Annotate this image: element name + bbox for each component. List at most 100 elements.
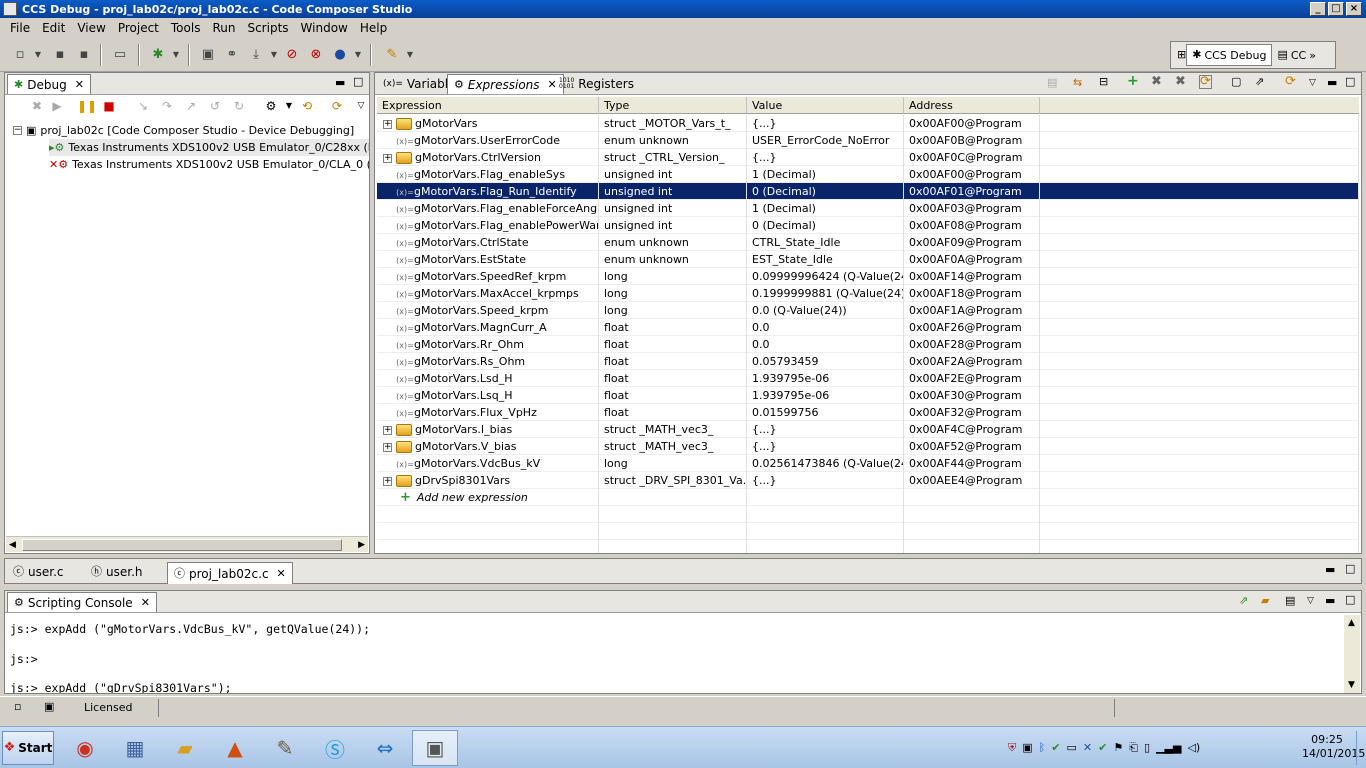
watch-icon[interactable]: ● [332,47,348,63]
save-icon[interactable]: ▪ [52,47,68,63]
table-row[interactable]: (x)=gMotorVars.EstState enum unknown EST_S… [377,251,1359,268]
dropdown-arrow-icon[interactable]: ▼ [402,47,418,63]
maximize-view-icon[interactable]: □ [1345,563,1355,575]
table-row[interactable]: (x)=gMotorVars.Speed_krpm long 0.0 (Q-Valu… [377,302,1359,319]
expand-icon[interactable]: + [383,442,392,452]
tree-item-c28xx[interactable]: ▸⚙ Texas Instruments XDS100v2 USB Emulat… [49,139,369,156]
menu-help[interactable]: Help [354,21,393,35]
clear-console-icon[interactable]: ▤ [1285,595,1295,607]
cell-value[interactable]: 1.939795e-06 [747,387,904,404]
monitor-icon[interactable]: ▭ [1066,742,1076,754]
table-row[interactable]: (x)=gMotorVars.Rr_Ohm float 0.0 0x00AF28@Pr… [377,336,1359,353]
cell-expression[interactable]: + gMotorVars.I_bias [377,421,599,438]
perspective-ccs-debug[interactable]: ✱ CCS Debug [1186,44,1273,66]
assembly-step-into-icon[interactable]: ↺ [207,98,223,114]
explorer-task-icon[interactable]: ▰ [162,730,208,766]
cell-value[interactable]: 0.0 [747,319,904,336]
menu-file[interactable]: File [4,21,36,35]
matlab-task-icon[interactable]: ▲ [212,730,258,766]
cell-value[interactable]: 0.0 [747,336,904,353]
new-window-icon[interactable]: ▢ [1231,76,1241,88]
maximize-button[interactable]: □ [1328,2,1344,16]
dropdown-arrow-icon[interactable]: ▼ [168,47,184,63]
new-console-icon[interactable]: ⇗ [1239,595,1248,607]
cell-expression[interactable]: (x)=gMotorVars.Flux_VpHz [377,404,599,421]
add-new-expression-row[interactable]: + Add new expression [377,489,1359,506]
table-row[interactable]: (x)=gMotorVars.Flag_enableForceAngle unsi… [377,200,1359,217]
add-expression-icon[interactable]: + [1127,74,1139,88]
table-row[interactable]: (x)=gMotorVars.CtrlState enum unknown CTRL… [377,234,1359,251]
continuous-refresh-icon[interactable]: ⟳ [329,98,345,114]
cell-value[interactable]: {...} [747,115,904,132]
cell-expression[interactable]: (x)=gMotorVars.Flag_enableForceAngle [377,200,599,217]
expand-icon[interactable]: + [383,425,392,435]
network-icon[interactable]: ✕ [1083,742,1092,754]
table-row[interactable]: (x)=gMotorVars.Flag_enableSys unsigned in… [377,166,1359,183]
volume-icon[interactable]: ◁) [1187,742,1200,754]
cell-expression[interactable]: (x)=gMotorVars.VdcBus_kV [377,455,599,472]
cell-value[interactable]: 1.939795e-06 [747,370,904,387]
view-menu-icon[interactable]: ▽ [1309,77,1316,89]
table-row[interactable]: (x)=gMotorVars.MaxAccel_krpmps long 0.1999… [377,285,1359,302]
export-icon[interactable]: ⇗ [1255,76,1264,88]
table-row[interactable]: + gMotorVars struct _MOTOR_Vars_t_ {...} 0x0… [377,115,1359,132]
box-icon[interactable]: ▣ [1022,742,1032,754]
menu-view[interactable]: View [71,21,111,35]
tab-expressions[interactable]: ⚙ Expressions ✕ [447,74,564,94]
terminate-icon[interactable]: ■ [101,98,117,114]
cell-expression[interactable]: + gMotorVars.CtrlVersion [377,149,599,166]
collapse-all-icon[interactable]: ⇆ [1073,77,1082,89]
perspective-ccs-edit[interactable]: ▤ CC » [1272,44,1321,66]
tab-user-c[interactable]: ⓒ user.c [7,562,69,582]
cell-expression[interactable]: (x)=gMotorVars.MaxAccel_krpmps [377,285,599,302]
skype-task-icon[interactable]: Ⓢ [312,730,358,766]
cell-value[interactable]: 1 (Decimal) [747,166,904,183]
usb-icon[interactable]: ⎗ [1129,742,1138,754]
step-into-icon[interactable]: ↘ [135,98,151,114]
minimize-view-icon[interactable]: ▬ [1325,595,1335,607]
cell-expression[interactable]: (x)=gMotorVars.Lsd_H [377,370,599,387]
col-type[interactable]: Type [599,97,747,114]
cell-expression[interactable]: (x)=gMotorVars.MagnCurr_A [377,319,599,336]
cell-expression[interactable]: (x)=gMotorVars.EstState [377,251,599,268]
debug-horizontal-scrollbar[interactable]: ◀ ▶ [6,536,368,552]
collapse-icon[interactable]: − [13,126,22,135]
tab-proj-lab02c-c[interactable]: ⓒ proj_lab02c.c ✕ [167,562,293,584]
step-return-icon[interactable]: ↗ [183,98,199,114]
antivirus-icon[interactable]: ⛨ [1008,742,1016,754]
clock[interactable]: 09:25 14/01/2015 [1302,733,1365,761]
minimize-button[interactable]: _ [1310,2,1326,16]
tab-debug[interactable]: ✱ Debug ✕ [7,74,91,94]
scroll-up-icon[interactable]: ▲ [1348,617,1355,629]
step-over-icon[interactable]: ↷ [159,98,175,114]
calculator-task-icon[interactable]: ▦ [112,730,158,766]
table-row[interactable]: + gDrvSpi8301Vars struct _DRV_SPI_8301_Va.… [377,472,1359,489]
pin-icon[interactable]: ✎ [384,47,400,63]
minimize-view-icon[interactable]: ▬ [335,77,345,89]
expand-icon[interactable]: + [383,153,392,163]
cell-value[interactable]: 0 (Decimal) [747,217,904,234]
print-icon[interactable]: ▭ [112,47,128,63]
maximize-view-icon[interactable]: □ [1345,76,1355,88]
perspective-overflow[interactable]: » [1309,49,1316,62]
update-icon[interactable]: ✔ [1098,742,1107,754]
cell-value[interactable]: {...} [747,421,904,438]
col-address[interactable]: Address [904,97,1040,114]
connect-icon[interactable]: ⚭ [224,47,240,63]
table-row[interactable]: (x)=gMotorVars.Lsd_H float 1.939795e-06 0x0… [377,370,1359,387]
tab-scripting-console[interactable]: ⚙ Scripting Console ✕ [7,592,157,612]
show-desktop-button[interactable] [1356,731,1366,765]
minimize-view-icon[interactable]: ▬ [1325,564,1335,576]
open-file-icon[interactable]: ▰ [1261,595,1269,607]
continuous-refresh-icon[interactable]: ⟳ [1199,75,1212,89]
close-tab-icon[interactable]: ✕ [277,567,286,580]
cell-expression[interactable]: (x)=gMotorVars.Lsq_H [377,387,599,404]
col-expression[interactable]: Expression [377,97,599,114]
close-button[interactable]: × [1346,2,1362,16]
chrome-task-icon[interactable]: ◉ [62,730,108,766]
cell-expression[interactable]: (x)=gMotorVars.Rr_Ohm [377,336,599,353]
dropdown-arrow-icon[interactable]: ▼ [281,98,297,114]
table-row[interactable]: (x)=gMotorVars.VdcBus_kV long 0.0256147384… [377,455,1359,472]
menu-project[interactable]: Project [112,21,165,35]
bluetooth-icon[interactable]: ᛒ [1039,742,1046,754]
